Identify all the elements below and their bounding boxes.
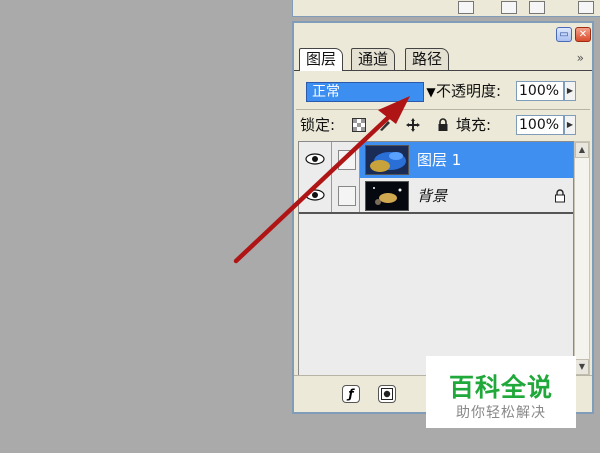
brush-icon[interactable] — [378, 118, 392, 132]
eye-icon[interactable] — [305, 152, 325, 166]
lock-label: 锁定: — [300, 116, 336, 134]
layer-name[interactable]: 图层 1 — [417, 142, 461, 178]
lock-icon — [555, 189, 565, 203]
divider — [296, 109, 590, 110]
new-item-icon[interactable] — [529, 1, 545, 14]
opacity-label: 不透明度: — [436, 82, 502, 100]
watermark-subtitle: 助你轻松解决 — [456, 405, 546, 421]
layer-row-background[interactable]: 背景 — [299, 178, 573, 214]
palette-titlebar: ▭ ✕ — [294, 23, 592, 47]
divider — [299, 212, 573, 214]
layer-row-layer1[interactable]: 图层 1 — [299, 142, 573, 178]
fill-input[interactable]: 100% — [516, 115, 564, 135]
scrollbar[interactable]: ▲ ▼ — [574, 141, 590, 376]
close-icon[interactable]: ✕ — [575, 27, 591, 42]
top-palette-strip — [292, 0, 600, 17]
layer-thumbnail — [365, 181, 409, 211]
opacity-input[interactable]: 100% — [516, 81, 564, 101]
mask-icon[interactable] — [378, 385, 396, 403]
move-icon[interactable] — [406, 118, 420, 132]
palette-more-icon[interactable]: » — [577, 51, 584, 65]
blend-mode-select[interactable]: 正常 — [306, 82, 424, 102]
visibility-cell[interactable] — [299, 178, 332, 214]
palette-tabs: 图层 通道 路径 — [299, 48, 592, 71]
delete-icon[interactable] — [578, 1, 594, 14]
menu-icon[interactable]: ▭ — [556, 27, 572, 42]
layer-name[interactable]: 背景 — [417, 178, 447, 214]
link-cell[interactable] — [332, 142, 360, 178]
tab-paths[interactable]: 路径 — [405, 48, 450, 70]
opacity-slider-button[interactable]: ▶ — [564, 81, 576, 101]
visibility-cell[interactable] — [299, 142, 332, 178]
layer-thumbnail — [365, 145, 409, 175]
eye-icon[interactable] — [305, 188, 325, 202]
tab-layers[interactable]: 图层 — [299, 48, 344, 71]
fill-slider-button[interactable]: ▶ — [564, 115, 576, 135]
scroll-down-button[interactable]: ▼ — [575, 359, 589, 375]
checker-icon[interactable] — [352, 118, 366, 132]
page: ▭ ✕ 图层 通道 路径 » 正常 ▼ 不透明度: 100% ▶ 锁定: 填充:… — [0, 0, 600, 453]
watermark: 百科全说 助你轻松解决 — [426, 356, 576, 428]
fx-icon[interactable]: ƒ — [342, 385, 360, 403]
camera-icon[interactable] — [501, 1, 517, 14]
lock-icon[interactable] — [436, 118, 450, 132]
trash-icon[interactable] — [458, 1, 474, 14]
tab-channels[interactable]: 通道 — [351, 48, 396, 70]
link-cell[interactable] — [332, 178, 360, 214]
fill-label: 填充: — [456, 116, 492, 134]
watermark-title: 百科全说 — [448, 373, 553, 402]
layers-list: 图层 1 背景 — [298, 141, 574, 376]
scroll-up-button[interactable]: ▲ — [575, 142, 589, 158]
